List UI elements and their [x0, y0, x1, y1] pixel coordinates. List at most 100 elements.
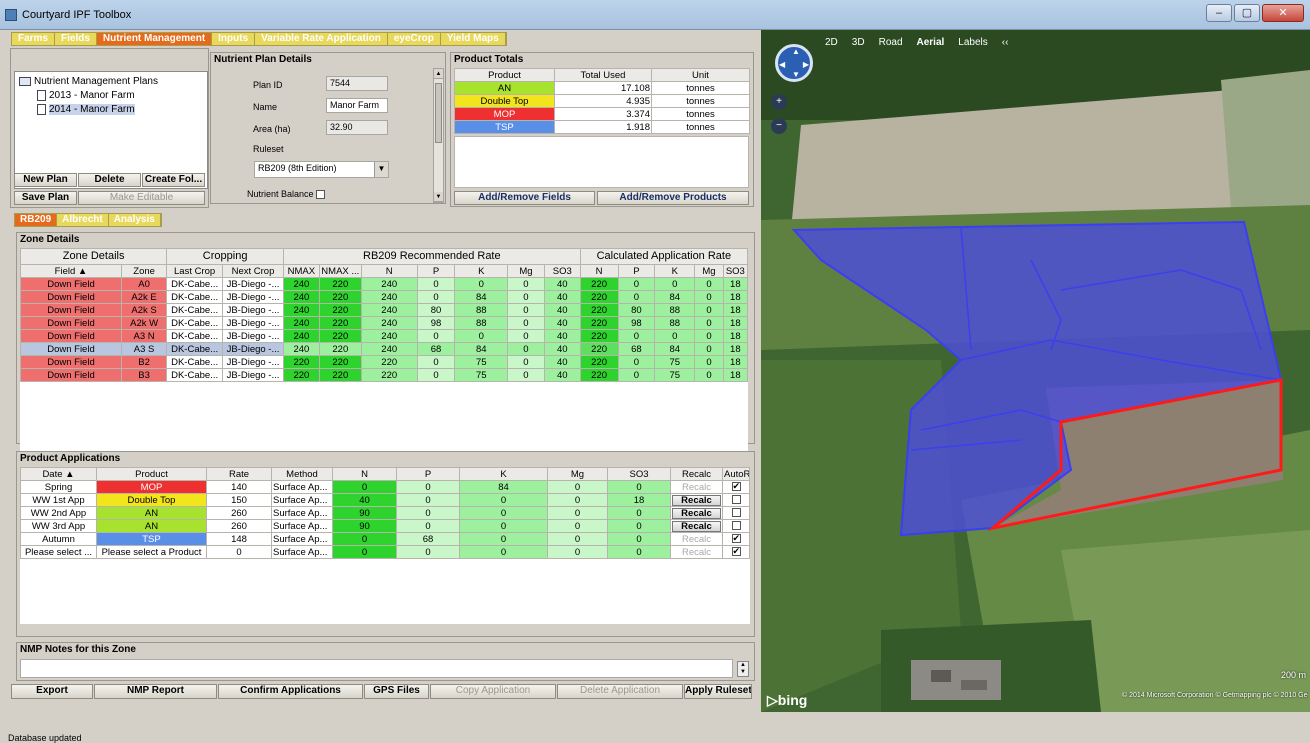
tree-item-2013[interactable]: 2013 - Manor Farm: [37, 90, 135, 102]
zone-col-header[interactable]: N: [579, 264, 619, 278]
apps-method-cell[interactable]: Surface Ap...: [271, 519, 333, 533]
export-button[interactable]: Export: [11, 684, 93, 699]
notes-textarea[interactable]: [20, 659, 733, 678]
autorecalc-checkbox[interactable]: [731, 508, 741, 518]
tab-eyecrop[interactable]: eyeCrop: [387, 33, 441, 45]
zone-col-header[interactable]: Field ▲: [20, 264, 122, 278]
apps-col-header[interactable]: Mg: [547, 467, 608, 481]
apps-rate-cell[interactable]: 0: [206, 545, 272, 559]
apps-rate-cell[interactable]: 150: [206, 493, 272, 507]
table-row[interactable]: WW 2nd App AN 260 Surface Ap... 90 0 0 0 0 Recalc: [20, 506, 750, 520]
map-mode-collapse[interactable]: ‹‹: [1002, 34, 1009, 52]
apps-col-header[interactable]: Method: [271, 467, 333, 481]
zone-col-header[interactable]: Mg: [507, 264, 545, 278]
autorecalc-checkbox[interactable]: ✔: [731, 482, 741, 492]
table-row[interactable]: Down Field B2 DK-Cabe... JB-Diego -... 220 22…: [20, 355, 749, 369]
apps-col-header[interactable]: Date ▲: [20, 467, 97, 481]
nutrient-balance-checkbox[interactable]: [316, 190, 326, 200]
gps-files-button[interactable]: GPS Files: [364, 684, 429, 699]
table-row[interactable]: WW 3rd App AN 260 Surface Ap... 90 0 0 0 0 Recalc: [20, 519, 750, 533]
subtab-albrecht[interactable]: Albrecht: [57, 214, 109, 226]
apps-method-cell[interactable]: Surface Ap...: [271, 532, 333, 546]
table-row[interactable]: Down Field A2k S DK-Cabe... JB-Diego -... 24…: [20, 303, 749, 317]
copy-application-button[interactable]: Copy Application: [430, 684, 556, 699]
apps-date-cell[interactable]: Please select ...: [20, 545, 97, 559]
apps-rate-cell[interactable]: 260: [206, 519, 272, 533]
table-row[interactable]: Down Field A2k E DK-Cabe... JB-Diego -... 24…: [20, 290, 749, 304]
subtab-analysis[interactable]: Analysis: [108, 214, 161, 226]
apps-method-cell[interactable]: Surface Ap...: [271, 506, 333, 520]
table-row[interactable]: Down Field B3 DK-Cabe... JB-Diego -... 220 22…: [20, 368, 749, 382]
totals-row[interactable]: AN 17.108 tonnes: [454, 81, 750, 95]
apps-col-header[interactable]: Rate: [206, 467, 272, 481]
zone-col-header[interactable]: SO3: [543, 264, 581, 278]
recalc-button[interactable]: Recalc: [672, 534, 721, 545]
table-row[interactable]: WW 1st App Double Top 150 Surface Ap... 40 0 0…: [20, 493, 750, 507]
pan-left-icon[interactable]: ◀: [779, 60, 785, 69]
tab-inputs[interactable]: Inputs: [212, 33, 256, 45]
apps-method-cell[interactable]: Surface Ap...: [271, 480, 333, 494]
apps-product-cell[interactable]: AN: [96, 506, 207, 520]
recalc-button[interactable]: Recalc: [672, 482, 721, 493]
new-plan-button[interactable]: New Plan: [14, 173, 77, 187]
map-mode-3d[interactable]: 3D: [852, 34, 865, 52]
apps-product-cell[interactable]: AN: [96, 519, 207, 533]
zone-col-header[interactable]: Next Crop: [221, 264, 285, 278]
apps-col-header[interactable]: SO3: [607, 467, 671, 481]
apps-product-cell[interactable]: Please select a Product: [96, 545, 207, 559]
pan-down-icon[interactable]: ▼: [792, 70, 800, 79]
tab-nutrient-management[interactable]: Nutrient Management: [96, 33, 213, 45]
zone-col-header[interactable]: NMAX ...: [318, 264, 362, 278]
tab-fields[interactable]: Fields: [55, 33, 97, 45]
apps-rate-cell[interactable]: 148: [206, 532, 272, 546]
table-row[interactable]: Down Field A0 DK-Cabe... JB-Diego -... 240 22…: [20, 277, 749, 291]
map-mode-road[interactable]: Road: [879, 34, 903, 52]
maximize-button[interactable]: ▢: [1234, 4, 1260, 22]
map-mode-aerial[interactable]: Aerial: [917, 34, 945, 52]
apps-col-header[interactable]: P: [396, 467, 460, 481]
delete-application-button[interactable]: Delete Application: [557, 684, 683, 699]
col-product[interactable]: Product: [454, 68, 555, 82]
tree-item-2014[interactable]: 2014 - Manor Farm: [37, 104, 135, 116]
totals-row[interactable]: TSP 1.918 tonnes: [454, 120, 750, 134]
recalc-button[interactable]: Recalc: [672, 507, 721, 519]
make-editable-button[interactable]: Make Editable: [78, 191, 205, 205]
apps-date-cell[interactable]: WW 1st App: [20, 493, 97, 507]
apps-product-cell[interactable]: MOP: [96, 480, 207, 494]
tab-farms[interactable]: Farms: [12, 33, 56, 45]
apps-date-cell[interactable]: Spring: [20, 480, 97, 494]
scroll-up-icon[interactable]: ▲: [434, 69, 443, 79]
recalc-button[interactable]: Recalc: [672, 520, 721, 532]
scroll-thumb[interactable]: [435, 83, 442, 143]
pan-up-icon[interactable]: ▲: [792, 47, 800, 56]
apps-col-header[interactable]: Product: [96, 467, 207, 481]
autorecalc-checkbox[interactable]: ✔: [731, 547, 741, 557]
map-view[interactable]: 2D 3D Road Aerial Labels ‹‹ ▲ ▼ ◀ ▶ + − ▷bing 20…: [761, 30, 1310, 712]
autorecalc-checkbox[interactable]: ✔: [731, 534, 741, 544]
subtab-rb209[interactable]: RB209: [15, 214, 58, 226]
name-field[interactable]: Manor Farm: [326, 98, 388, 113]
table-row[interactable]: Please select ... Please select a Product…: [20, 545, 750, 559]
table-row[interactable]: Down Field A3 N DK-Cabe... JB-Diego -... 240…: [20, 329, 749, 343]
apply-ruleset-button[interactable]: Apply Ruleset: [684, 684, 752, 699]
tree-root[interactable]: Nutrient Management Plans: [19, 76, 158, 88]
nmp-report-button[interactable]: NMP Report: [94, 684, 217, 699]
autorecalc-checkbox[interactable]: [731, 521, 741, 531]
table-row[interactable]: Autumn TSP 148 Surface Ap... 0 68 0 0 0 Recalc ✔: [20, 532, 750, 546]
recalc-button[interactable]: Recalc: [672, 494, 721, 506]
zone-col-header[interactable]: K: [654, 264, 696, 278]
zone-col-header[interactable]: K: [454, 264, 509, 278]
apps-date-cell[interactable]: Autumn: [20, 532, 97, 546]
scroll-down-icon[interactable]: ▼: [434, 192, 443, 202]
autorecalc-checkbox[interactable]: [731, 495, 741, 505]
apps-col-header[interactable]: Recalc: [670, 467, 723, 481]
table-row[interactable]: Down Field A2k W DK-Cabe... JB-Diego -... 24…: [20, 316, 749, 330]
pan-right-icon[interactable]: ▶: [803, 60, 809, 69]
delete-plan-button[interactable]: Delete: [78, 173, 141, 187]
apps-col-header[interactable]: N: [332, 467, 397, 481]
zone-col-header[interactable]: SO3: [722, 264, 749, 278]
apps-col-header[interactable]: K: [459, 467, 548, 481]
pan-control[interactable]: ▲ ▼ ◀ ▶: [775, 44, 813, 82]
col-unit[interactable]: Unit: [651, 68, 750, 82]
ruleset-dropdown[interactable]: RB209 (8th Edition) ▼: [254, 161, 389, 178]
